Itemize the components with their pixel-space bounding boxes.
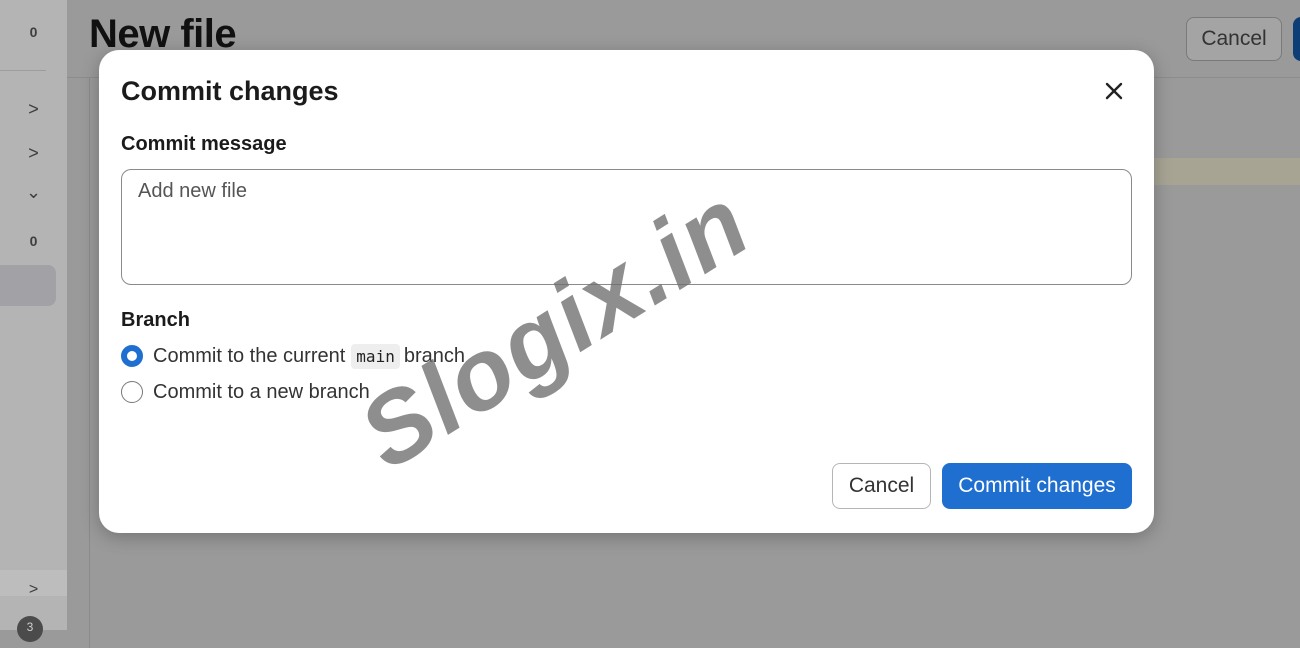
page-commit-button[interactable] — [1293, 17, 1300, 61]
sidebar-counter: 0 — [29, 24, 38, 40]
radio-unchecked-icon[interactable] — [121, 381, 143, 403]
sidebar-expand-icon[interactable]: > — [0, 99, 67, 120]
commit-dialog: Commit changes Commit message Add new fi… — [99, 50, 1154, 533]
sidebar-counter: 0 — [29, 233, 38, 249]
radio-checked-icon[interactable] — [121, 345, 143, 367]
sidebar-active-item[interactable] — [0, 265, 56, 306]
sidebar: 0 > > ⌄ 0 > 3 — [0, 0, 67, 642]
close-icon[interactable] — [1103, 80, 1125, 102]
commit-message-label: Commit message — [121, 133, 287, 155]
sidebar-expand-icon[interactable]: > — [0, 143, 67, 164]
sidebar-collapse-icon[interactable]: ⌄ — [0, 182, 67, 203]
radio-current-branch[interactable]: Commit to the current main branch — [121, 343, 465, 369]
radio-label-suffix: branch — [403, 344, 465, 367]
branch-name-code: main — [351, 343, 400, 369]
page-cancel-button[interactable]: Cancel — [1186, 17, 1282, 61]
branch-label: Branch — [121, 309, 190, 331]
sidebar-divider — [0, 70, 46, 71]
help-badge[interactable]: 3 — [17, 616, 43, 642]
sidebar-expand-icon[interactable]: > — [0, 581, 67, 599]
commit-message-input[interactable]: Add new file — [121, 169, 1132, 285]
editor-highlight-line — [1150, 158, 1300, 185]
radio-label: Commit to a new branch — [153, 380, 370, 403]
radio-new-branch[interactable]: Commit to a new branch — [121, 379, 370, 405]
radio-label: Commit to the current — [153, 344, 346, 367]
cancel-button[interactable]: Cancel — [832, 463, 931, 509]
dialog-title: Commit changes — [121, 76, 339, 106]
commit-changes-button[interactable]: Commit changes — [942, 463, 1132, 509]
